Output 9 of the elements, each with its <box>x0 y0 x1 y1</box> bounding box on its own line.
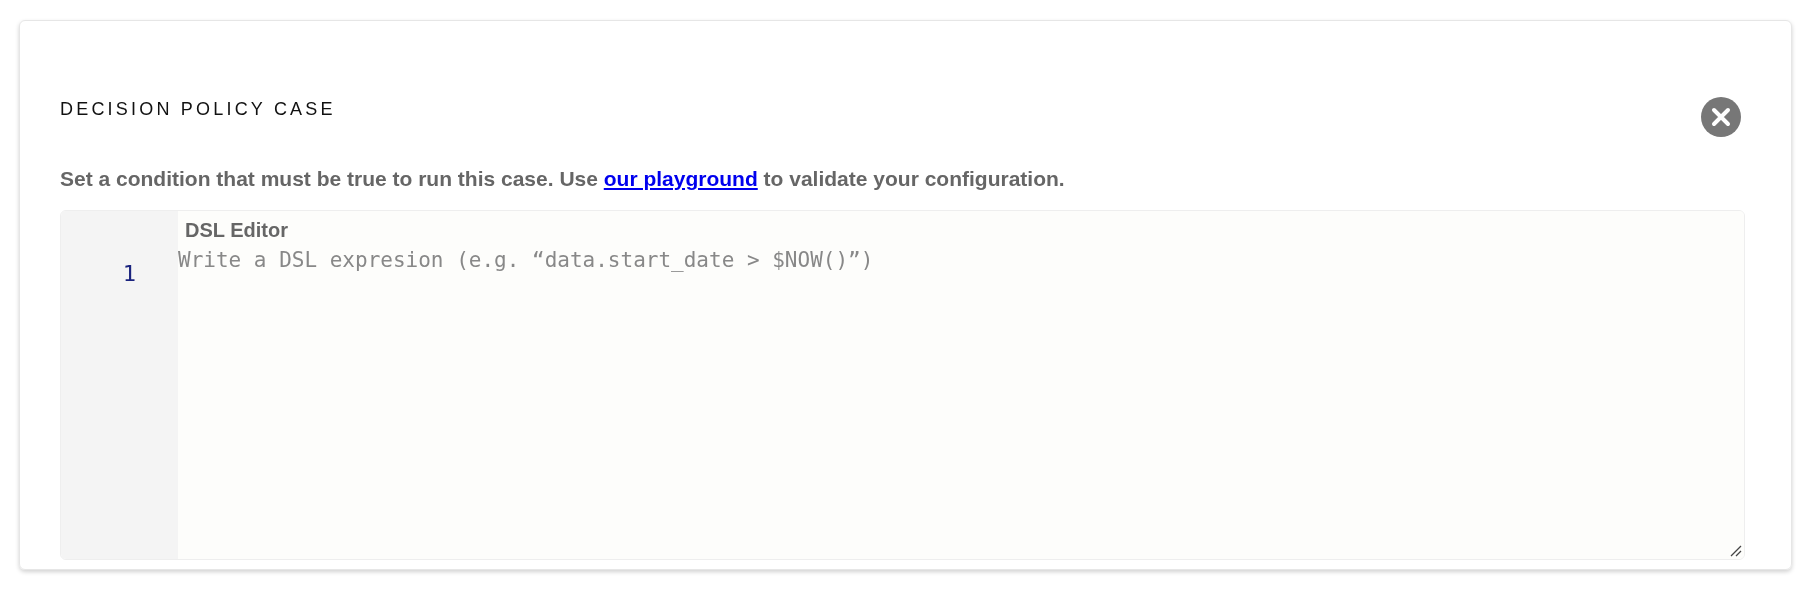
close-button[interactable] <box>1701 97 1741 137</box>
code-input-field[interactable]: Write a DSL expresion (e.g. “data.start_date > $NOW()”) <box>178 248 1744 272</box>
dialog-title: DECISION POLICY CASE <box>60 98 336 120</box>
description-text: Set a condition that must be true to run this case. Use our playground to validate your configuration. <box>60 167 1066 191</box>
resize-handle-icon[interactable] <box>1730 545 1742 557</box>
close-icon <box>1701 97 1741 137</box>
editor-label: DSL Editor <box>185 219 288 242</box>
line-number: 1 <box>121 260 137 288</box>
playground-link[interactable]: our playground <box>603 167 758 190</box>
